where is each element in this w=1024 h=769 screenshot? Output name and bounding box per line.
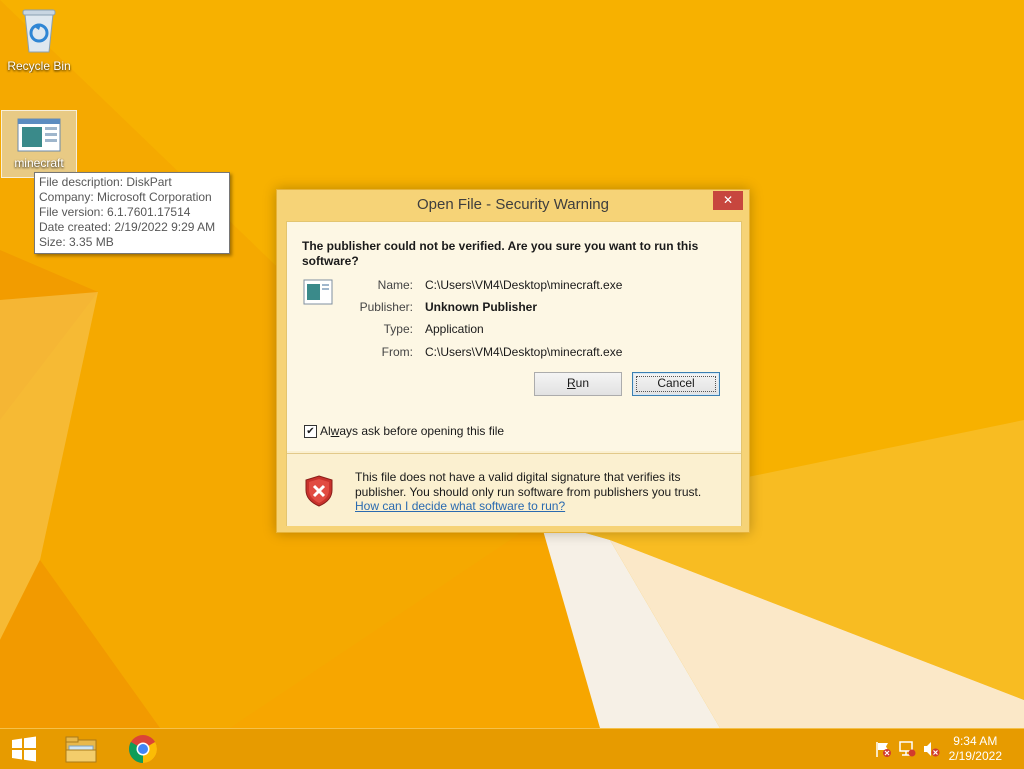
chrome-icon — [129, 735, 157, 763]
close-button[interactable]: ✕ — [713, 191, 743, 210]
desktop-icon-label: minecraft — [14, 156, 64, 170]
application-icon — [17, 118, 61, 152]
tooltip-size: Size: 3.35 MB — [39, 235, 114, 249]
desktop-icon-recycle-bin[interactable]: Recycle Bin — [2, 6, 76, 73]
warning-message: This file does not have a valid digital … — [355, 470, 725, 514]
chrome-taskbar-button[interactable] — [116, 729, 172, 769]
field-publisher-value: Unknown Publisher — [425, 300, 538, 314]
volume-muted-icon[interactable] — [922, 740, 940, 758]
desktop-icon-minecraft[interactable]: minecraft — [1, 110, 77, 178]
windows-start-icon — [12, 736, 36, 762]
field-type-value: Application — [425, 322, 484, 336]
application-file-icon — [303, 279, 333, 305]
network-icon[interactable] — [898, 740, 916, 758]
field-from-value: C:\Users\VM4\Desktop\minecraft.exe — [425, 345, 623, 359]
tooltip-description: File description: DiskPart — [39, 175, 172, 189]
tooltip-date-created: Date created: 2/19/2022 9:29 AM — [39, 220, 216, 234]
clock-date: 2/19/2022 — [948, 749, 1002, 763]
security-warning-dialog: Open File - Security Warning ✕ The publi… — [276, 189, 750, 533]
recycle-bin-icon — [22, 9, 56, 53]
tooltip-company: Company: Microsoft Corporation — [39, 190, 212, 204]
always-ask-checkbox[interactable]: ✔ — [304, 425, 317, 438]
security-shield-icon — [305, 475, 333, 507]
focus-rectangle — [636, 376, 716, 392]
field-type-label: Type: — [383, 322, 413, 336]
field-name-value: C:\Users\VM4\Desktop\minecraft.exe — [425, 278, 623, 292]
field-publisher-label: Publisher: — [359, 300, 413, 314]
file-explorer-taskbar-button[interactable] — [54, 729, 110, 769]
cancel-button[interactable]: Cancel — [632, 372, 720, 396]
field-name-label: Name: — [377, 278, 413, 292]
warning-line-1: This file does not have a valid digital … — [355, 470, 681, 484]
close-icon: ✕ — [722, 193, 734, 207]
always-ask-label: Always ask before opening this file — [320, 424, 505, 438]
help-link[interactable]: How can I decide what software to run? — [355, 499, 565, 513]
file-explorer-icon — [65, 736, 97, 763]
dialog-body: The publisher could not be verified. Are… — [286, 221, 742, 526]
warning-line-2: publisher. You should only run software … — [355, 484, 702, 499]
field-from-label: From: — [381, 345, 413, 359]
dialog-headline: The publisher could not be verified. Are… — [302, 239, 699, 268]
dialog-main-panel: The publisher could not be verified. Are… — [287, 222, 741, 451]
dialog-warning-panel: This file does not have a valid digital … — [287, 453, 741, 526]
run-button-label: Run — [566, 376, 590, 390]
action-center-flag-icon[interactable] — [874, 740, 892, 758]
taskbar: 9:34 AM 2/19/2022 — [0, 728, 1024, 769]
clock-time: 9:34 AM — [953, 734, 998, 748]
run-button[interactable]: Run — [534, 372, 622, 396]
dialog-title: Open File - Security Warning — [416, 196, 609, 213]
file-tooltip: File description: DiskPart Company: Micr… — [34, 172, 230, 254]
system-clock[interactable]: 9:34 AM 2/19/2022 — [949, 734, 1002, 764]
start-button[interactable] — [0, 729, 56, 769]
desktop-icon-label: Recycle Bin — [7, 59, 71, 73]
tooltip-version: File version: 6.1.7601.17514 — [39, 205, 191, 219]
